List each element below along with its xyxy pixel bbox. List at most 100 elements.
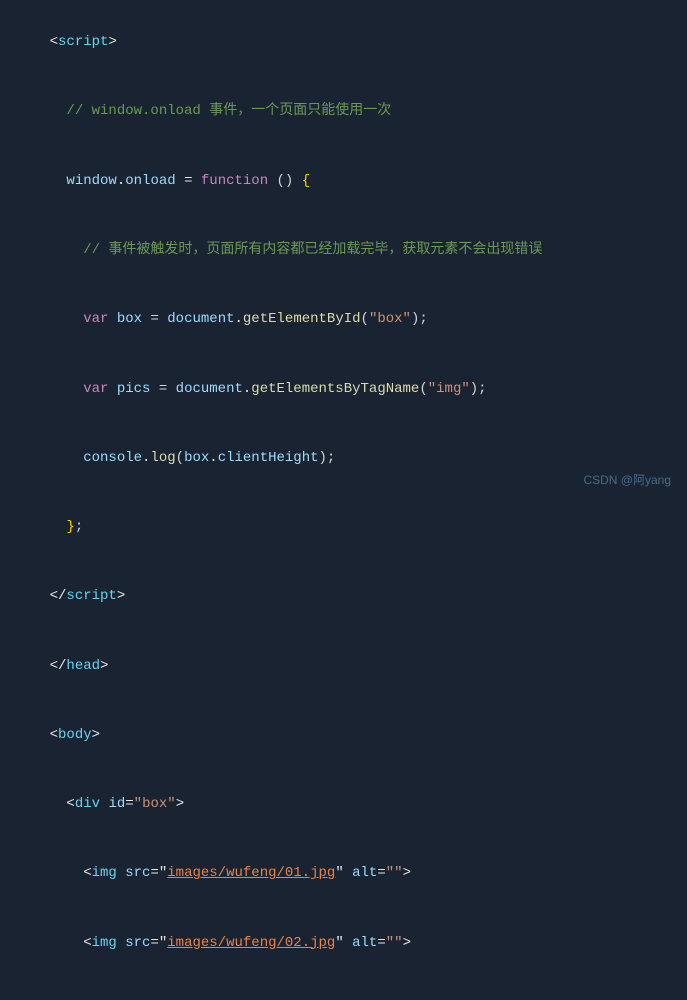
code-line-10: </head>: [0, 632, 687, 701]
tag-bracket2: </: [50, 588, 67, 604]
method-log: log: [150, 450, 175, 466]
sp6: [117, 935, 125, 951]
eq: =: [142, 311, 167, 327]
paren4: ): [470, 381, 478, 397]
code-line-13: <img src="images/wufeng/01.jpg" alt="">: [0, 839, 687, 908]
tag-img1: img: [92, 865, 117, 881]
method-getbytagname: getElementsByTagName: [251, 381, 419, 397]
tag-close1: >: [403, 865, 411, 881]
space: [268, 173, 276, 189]
code-line-2: // window.onload 事件，一个页面只能使用一次: [0, 77, 687, 146]
code-line-14: <img src="images/wufeng/02.jpg" alt="">: [0, 909, 687, 978]
var-clientheight: clientHeight: [218, 450, 319, 466]
var-console: console: [83, 450, 142, 466]
code-line-12: <div id="box">: [0, 770, 687, 839]
eq3: =: [125, 796, 133, 812]
attr-alt1: alt: [352, 865, 377, 881]
indent3: [50, 450, 84, 466]
sp2: [108, 381, 116, 397]
tag-bracket5: >: [100, 658, 108, 674]
var-document2: document: [176, 381, 243, 397]
semi1: ;: [419, 311, 427, 327]
tag-body: body: [58, 727, 92, 743]
attr-src2: src: [125, 935, 150, 951]
code-line-3: window.onload = function () {: [0, 147, 687, 216]
brace-close: }: [66, 519, 74, 535]
indent4: [50, 519, 67, 535]
code-plain: [50, 173, 67, 189]
tag-bracket6: <: [50, 727, 58, 743]
kw-function: function: [201, 173, 268, 189]
eq2: =: [150, 381, 175, 397]
tag-bracket7: >: [92, 727, 100, 743]
tag-bracket3: >: [117, 588, 125, 604]
str-alt2: "": [386, 935, 403, 951]
dot: .: [117, 173, 125, 189]
watermark: CSDN @阿yang: [583, 471, 671, 490]
tag-bracket: <: [50, 34, 58, 50]
attr-src1: src: [125, 865, 150, 881]
paren5: (: [176, 450, 184, 466]
tag-head-close: head: [66, 658, 100, 674]
eq7: =: [377, 935, 385, 951]
dq1: ": [159, 865, 167, 881]
sp4: [117, 865, 125, 881]
str-box: "box": [369, 311, 411, 327]
dq2: ": [335, 865, 343, 881]
paren-open: (): [277, 173, 294, 189]
kw-var2: var: [83, 381, 108, 397]
code-editor: <script> // window.onload 事件，一个页面只能使用一次 …: [0, 0, 687, 500]
str-img: "img": [428, 381, 470, 397]
code-line-6: var pics = document.getElementsByTagName…: [0, 354, 687, 423]
eq5: =: [377, 865, 385, 881]
tag-bracket-close: >: [108, 34, 116, 50]
code-line-4: // 事件被触发时，页面所有内容都已经加载完毕，获取元素不会出现错误: [0, 216, 687, 285]
var-box: box: [117, 311, 142, 327]
dot1: .: [235, 311, 243, 327]
var-window: window: [66, 173, 116, 189]
eq4: =: [150, 865, 158, 881]
code-line-5: var box = document.getElementById("box")…: [0, 285, 687, 354]
tag-script-close: script: [66, 588, 116, 604]
var-pics: pics: [117, 381, 151, 397]
space2: [293, 173, 301, 189]
indent5: [50, 796, 67, 812]
semi2: ;: [478, 381, 486, 397]
str-box-id: "box": [134, 796, 176, 812]
src-val-1: images/wufeng/01.jpg: [167, 865, 335, 881]
sp: [108, 311, 116, 327]
attr-id: id: [108, 796, 125, 812]
var-box2: box: [184, 450, 209, 466]
tag-bracket11: <: [83, 935, 91, 951]
indent2: [50, 381, 84, 397]
tag-bracket9: >: [176, 796, 184, 812]
tag-img2: img: [92, 935, 117, 951]
code-line-15: <img src="images/wufeng/03.jpg" alt="">: [0, 978, 687, 1000]
sp7: [344, 935, 352, 951]
comment-2: // 事件被触发时，页面所有内容都已经加载完毕，获取元素不会出现错误: [50, 242, 543, 258]
indent7: [50, 935, 84, 951]
attr-alt2: alt: [352, 935, 377, 951]
equals: =: [176, 173, 201, 189]
code-line-9: </script>: [0, 562, 687, 631]
paren6: ): [319, 450, 327, 466]
code-line-11: <body>: [0, 701, 687, 770]
semi3: ;: [327, 450, 335, 466]
tag-script: script: [58, 34, 108, 50]
tag-div: div: [75, 796, 100, 812]
brace-open: {: [302, 173, 310, 189]
method-getbyid: getElementById: [243, 311, 361, 327]
src-val-2: images/wufeng/02.jpg: [167, 935, 335, 951]
sp3: [100, 796, 108, 812]
str-alt1: "": [386, 865, 403, 881]
dot4: .: [209, 450, 217, 466]
paren1: (: [361, 311, 369, 327]
code-line-1: <script>: [0, 8, 687, 77]
code-line-8: };: [0, 493, 687, 562]
indent: [50, 311, 84, 327]
indent6: [50, 865, 84, 881]
tag-bracket10: <: [83, 865, 91, 881]
tag-bracket4: </: [50, 658, 67, 674]
sp5: [344, 865, 352, 881]
var-onload: onload: [125, 173, 175, 189]
